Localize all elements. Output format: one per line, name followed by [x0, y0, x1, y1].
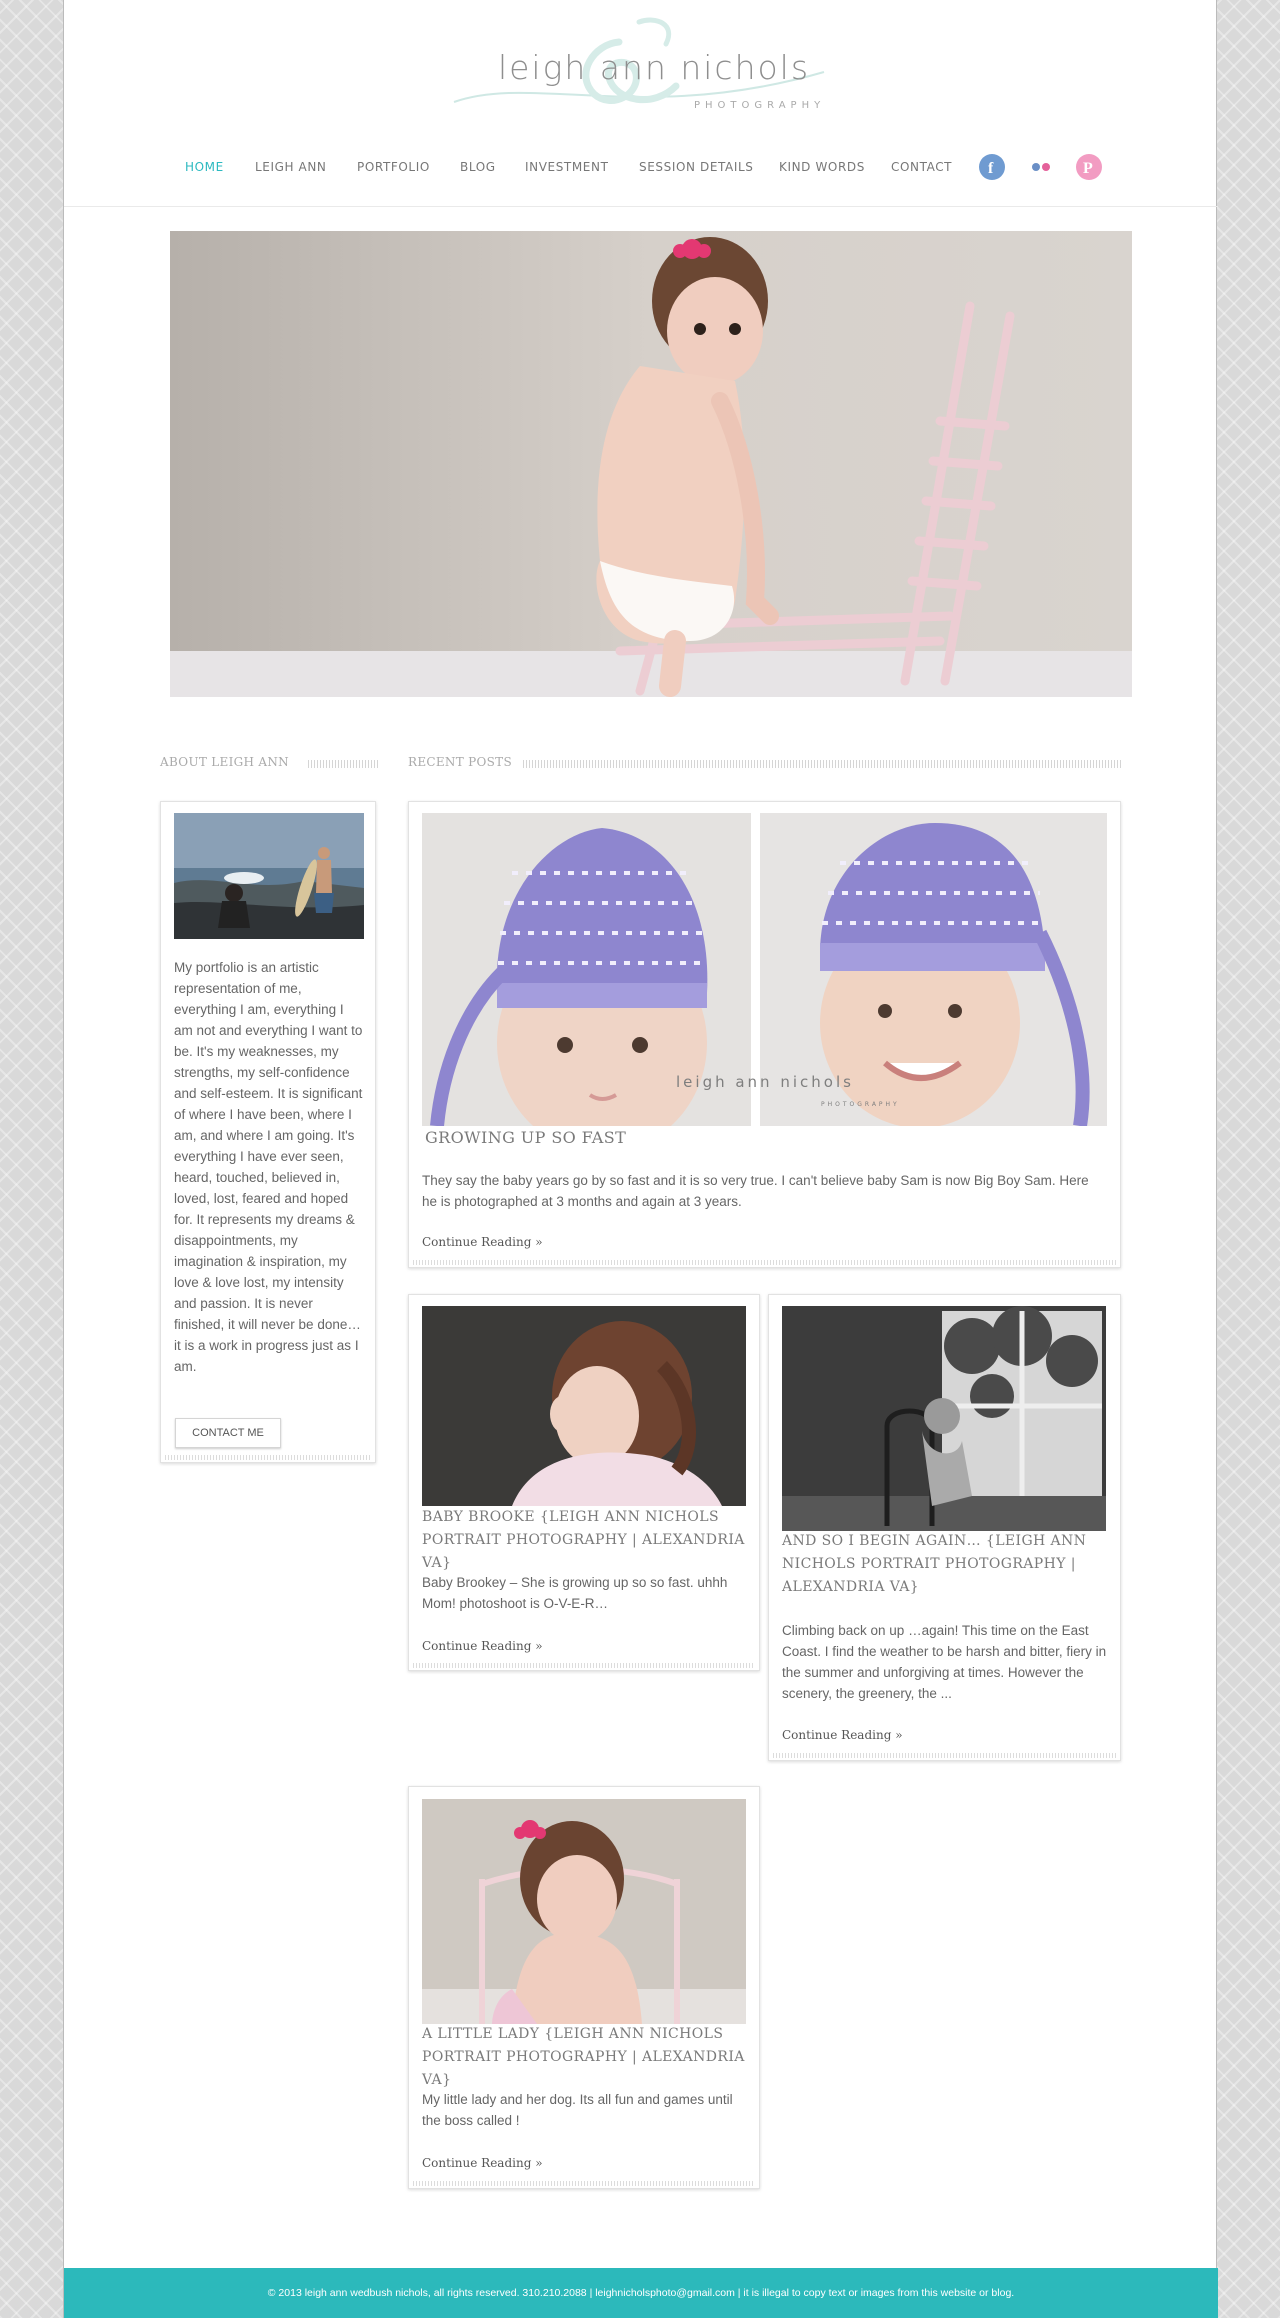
post-title[interactable]: BABY BROOKE {LEIGH ANN NICHOLS PORTRAIT …: [422, 1506, 752, 1575]
about-title-divider: [308, 760, 378, 768]
post-image-little-lady[interactable]: [422, 1799, 746, 2024]
site-logo[interactable]: leigh ann nichols PHOTOGRAPHY: [444, 14, 844, 124]
contact-me-button[interactable]: CONTACT ME: [175, 1418, 281, 1448]
nav-blog[interactable]: BLOG: [460, 160, 496, 174]
svg-text:f: f: [988, 160, 994, 177]
logo-name: leigh ann nichols: [497, 48, 811, 87]
nav-kind-words[interactable]: KIND WORDS: [779, 160, 865, 174]
recent-title-divider: [523, 760, 1121, 768]
continue-reading-link[interactable]: Continue Reading »: [422, 2156, 543, 2170]
nav-leigh-ann[interactable]: LEIGH ANN: [255, 160, 327, 174]
continue-reading-link[interactable]: Continue Reading »: [422, 1639, 543, 1653]
photo-watermark: leigh ann nichols: [676, 1073, 854, 1091]
facebook-icon[interactable]: f: [979, 154, 1005, 180]
nav-portfolio[interactable]: PORTFOLIO: [357, 160, 430, 174]
post-title[interactable]: GROWING UP SO FAST: [425, 1126, 1075, 1149]
nav-contact[interactable]: CONTACT: [891, 160, 952, 174]
recent-posts-title: RECENT POSTS: [408, 755, 513, 769]
hero-image-baby-on-chair: [170, 231, 1132, 697]
nav-session-details[interactable]: SESSION DETAILS: [639, 160, 753, 174]
about-section-title: ABOUT LEIGH ANN: [160, 755, 289, 769]
post-excerpt: Baby Brookey – She is growing up so so f…: [422, 1575, 728, 1611]
logo-tagline: PHOTOGRAPHY: [694, 100, 826, 111]
continue-reading-link[interactable]: Continue Reading »: [782, 1728, 903, 1742]
flickr-icon[interactable]: [1028, 154, 1054, 180]
about-photo-surfer-beach: [174, 813, 364, 939]
post-image-baby-brooke[interactable]: [422, 1306, 746, 1506]
post-title[interactable]: AND SO I BEGIN AGAIN… {LEIGH ANN NICHOLS…: [782, 1530, 1102, 1599]
continue-reading-link[interactable]: Continue Reading »: [422, 1235, 543, 1249]
main-nav: HOME LEIGH ANN PORTFOLIO BLOG INVESTMENT…: [64, 150, 1218, 186]
footer-copyright: © 2013 leigh ann wedbush nichols, all ri…: [267, 2287, 1015, 2299]
post-image-bw-window-chair[interactable]: [782, 1306, 1106, 1531]
nav-investment[interactable]: INVESTMENT: [525, 160, 609, 174]
pinterest-icon[interactable]: P: [1076, 154, 1102, 180]
post-excerpt: They say the baby years go by so fast an…: [422, 1173, 1089, 1209]
post-title[interactable]: A LITTLE LADY {LEIGH ANN NICHOLS PORTRAI…: [422, 2023, 752, 2092]
photo-watermark-tagline: PHOTOGRAPHY: [821, 1101, 900, 1108]
page-container: leigh ann nichols PHOTOGRAPHY HOME LEIGH…: [63, 0, 1218, 2318]
header-divider: [64, 206, 1218, 207]
nav-home[interactable]: HOME: [185, 160, 224, 174]
about-text: My portfolio is an artistic representati…: [174, 960, 363, 1374]
post-excerpt: My little lady and her dog. Its all fun …: [422, 2092, 733, 2128]
svg-text:P: P: [1083, 160, 1093, 177]
post-excerpt: Climbing back on up …again! This time on…: [782, 1623, 1107, 1701]
site-footer: © 2013 leigh ann wedbush nichols, all ri…: [64, 2268, 1218, 2318]
